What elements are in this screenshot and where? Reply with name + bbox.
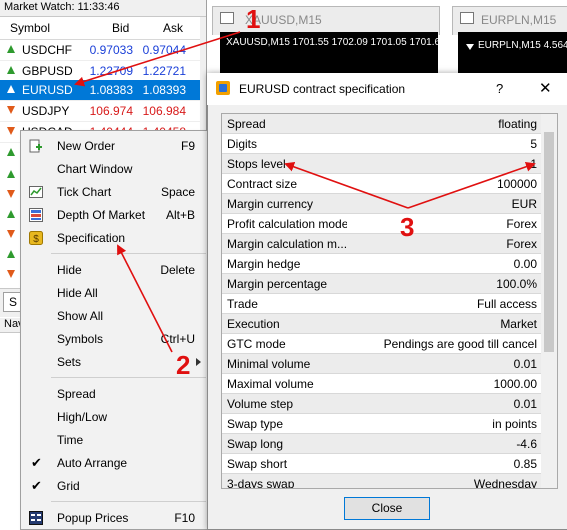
arrow-to-eurusd	[74, 31, 241, 87]
arrow-to-specification	[117, 244, 173, 353]
annotation-number-1: 1	[246, 4, 261, 34]
annotation-number-3: 3	[400, 212, 415, 242]
annotation-number-2: 2	[176, 350, 191, 380]
arrow-to-stops-level	[284, 162, 409, 209]
arrow-to-stops-value	[407, 161, 536, 209]
annotation-arrows	[74, 31, 536, 353]
